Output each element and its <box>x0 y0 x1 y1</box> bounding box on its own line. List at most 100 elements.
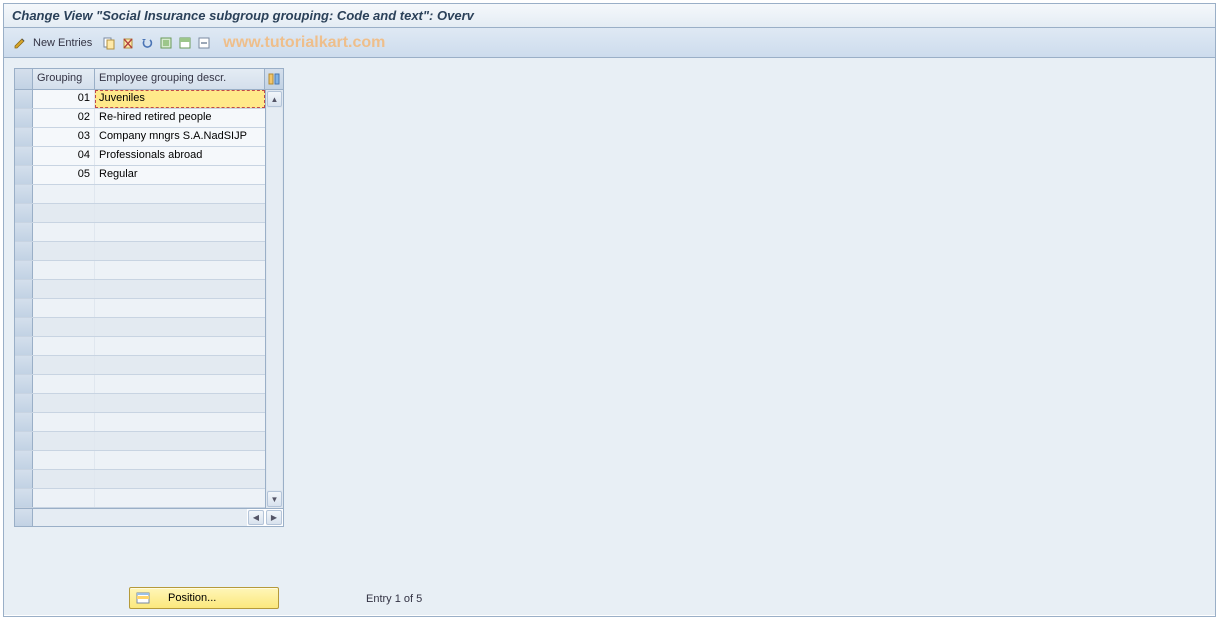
position-button[interactable]: Position... <box>129 587 279 609</box>
cell-grouping[interactable] <box>33 204 95 222</box>
scroll-left-icon[interactable]: ◀ <box>248 510 264 525</box>
hscroll-corner <box>15 509 33 526</box>
delete-icon[interactable] <box>120 35 136 51</box>
cell-description[interactable] <box>95 223 265 241</box>
deselect-all-icon[interactable] <box>196 35 212 51</box>
configure-columns-icon[interactable] <box>265 69 283 89</box>
row-selector[interactable] <box>15 394 33 412</box>
table-row-empty <box>15 185 265 204</box>
cell-description[interactable] <box>95 337 265 355</box>
cell-description[interactable] <box>95 280 265 298</box>
cell-description[interactable] <box>95 489 265 507</box>
row-selector[interactable] <box>15 299 33 317</box>
cell-description[interactable]: Regular <box>95 166 265 184</box>
row-selector[interactable] <box>15 375 33 393</box>
cell-description[interactable]: Professionals abroad <box>95 147 265 165</box>
cell-grouping[interactable]: 03 <box>33 128 95 146</box>
position-button-label: Position... <box>168 592 216 604</box>
cell-description[interactable] <box>95 413 265 431</box>
cell-description[interactable] <box>95 375 265 393</box>
row-selector[interactable] <box>15 451 33 469</box>
cell-description[interactable] <box>95 451 265 469</box>
new-entries-button[interactable]: New Entries <box>31 37 98 49</box>
cell-grouping[interactable] <box>33 451 95 469</box>
cell-description[interactable] <box>95 356 265 374</box>
table-row-empty <box>15 394 265 413</box>
cell-grouping[interactable] <box>33 375 95 393</box>
cell-description[interactable] <box>95 299 265 317</box>
select-block-icon[interactable] <box>177 35 193 51</box>
row-selector[interactable] <box>15 489 33 507</box>
table-row-empty <box>15 413 265 432</box>
cell-grouping[interactable] <box>33 432 95 450</box>
toggle-display-change-icon[interactable] <box>12 35 28 51</box>
row-selector[interactable] <box>15 223 33 241</box>
scroll-v-track[interactable] <box>267 108 282 490</box>
row-selector[interactable] <box>15 318 33 336</box>
table-row-empty <box>15 242 265 261</box>
cell-grouping[interactable]: 05 <box>33 166 95 184</box>
row-selector[interactable] <box>15 147 33 165</box>
cell-description[interactable] <box>95 432 265 450</box>
row-selector[interactable] <box>15 185 33 203</box>
cell-grouping[interactable] <box>33 223 95 241</box>
table-row-empty <box>15 280 265 299</box>
cell-grouping[interactable] <box>33 470 95 488</box>
scroll-right-icon[interactable]: ▶ <box>266 510 282 525</box>
vertical-scrollbar[interactable]: ▲ ▼ <box>265 90 283 508</box>
row-selector[interactable] <box>15 242 33 260</box>
row-selector[interactable] <box>15 337 33 355</box>
cell-description[interactable] <box>95 204 265 222</box>
cell-grouping[interactable]: 02 <box>33 109 95 127</box>
table-row-empty <box>15 432 265 451</box>
cell-description[interactable]: Juveniles <box>95 90 265 108</box>
cell-grouping[interactable]: 01 <box>33 90 95 108</box>
cell-grouping[interactable] <box>33 356 95 374</box>
cell-grouping[interactable] <box>33 299 95 317</box>
select-all-icon[interactable] <box>158 35 174 51</box>
cell-grouping[interactable] <box>33 185 95 203</box>
row-selector[interactable] <box>15 166 33 184</box>
row-selector[interactable] <box>15 356 33 374</box>
scroll-h-track[interactable] <box>33 509 247 526</box>
cell-description[interactable] <box>95 185 265 203</box>
cell-grouping[interactable]: 04 <box>33 147 95 165</box>
cell-description[interactable] <box>95 261 265 279</box>
cell-grouping[interactable] <box>33 242 95 260</box>
copy-as-icon[interactable] <box>101 35 117 51</box>
column-header-description[interactable]: Employee grouping descr. <box>95 69 265 89</box>
row-selector[interactable] <box>15 432 33 450</box>
cell-grouping[interactable] <box>33 489 95 507</box>
cell-description[interactable]: Company mngrs S.A.NadSIJP <box>95 128 265 146</box>
column-header-grouping[interactable]: Grouping <box>33 69 95 89</box>
cell-description[interactable] <box>95 470 265 488</box>
table-row: 04 Professionals abroad <box>15 147 265 166</box>
row-selector[interactable] <box>15 280 33 298</box>
cell-description[interactable] <box>95 394 265 412</box>
row-selector[interactable] <box>15 261 33 279</box>
cell-description[interactable]: Re-hired retired people <box>95 109 265 127</box>
row-selector[interactable] <box>15 128 33 146</box>
row-selector[interactable] <box>15 90 33 108</box>
cell-grouping[interactable] <box>33 280 95 298</box>
row-selector[interactable] <box>15 204 33 222</box>
cell-grouping[interactable] <box>33 318 95 336</box>
undo-change-icon[interactable] <box>139 35 155 51</box>
toolbar: New Entries www.tutorialkart.com <box>4 28 1215 58</box>
row-selector[interactable] <box>15 109 33 127</box>
row-selector[interactable] <box>15 470 33 488</box>
horizontal-scrollbar[interactable]: ◀ ▶ <box>15 508 283 526</box>
cell-description[interactable] <box>95 318 265 336</box>
scroll-up-icon[interactable]: ▲ <box>267 91 282 107</box>
cell-grouping[interactable] <box>33 337 95 355</box>
scroll-down-icon[interactable]: ▼ <box>267 491 282 507</box>
cell-grouping[interactable] <box>33 413 95 431</box>
row-selector[interactable] <box>15 413 33 431</box>
table-row-empty <box>15 204 265 223</box>
grid-select-all-corner[interactable] <box>15 69 33 89</box>
cell-grouping[interactable] <box>33 394 95 412</box>
cell-grouping[interactable] <box>33 261 95 279</box>
cell-description[interactable] <box>95 242 265 260</box>
table-row: 03 Company mngrs S.A.NadSIJP <box>15 128 265 147</box>
table-row-empty <box>15 299 265 318</box>
